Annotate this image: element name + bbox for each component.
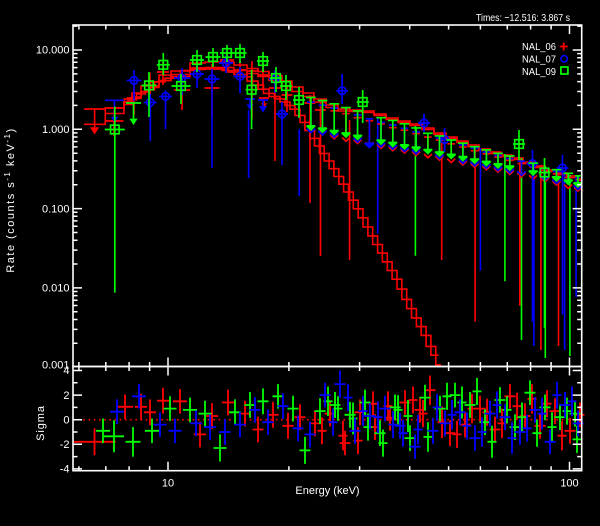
svg-text:0.010: 0.010 [42,283,70,295]
svg-text:NAL_06: NAL_06 [522,41,556,53]
svg-text:100: 100 [560,478,578,490]
svg-text:NAL_09: NAL_09 [522,66,556,78]
svg-text:2: 2 [63,390,69,402]
svg-text:10: 10 [162,478,174,490]
svg-text:Sigma: Sigma [35,405,47,441]
svg-text:-4: -4 [60,464,70,476]
svg-text:Energy (keV): Energy (keV) [295,485,359,497]
svg-text:10.000: 10.000 [36,45,70,57]
svg-text:0.100: 0.100 [42,203,70,215]
svg-text:NAL_07: NAL_07 [522,54,556,66]
svg-text:Times: −12.516: 3.867 s: Times: −12.516: 3.867 s [476,12,570,24]
svg-text:Rate (counts s-1 keV-1): Rate (counts s-1 keV-1) [3,127,17,272]
svg-text:-2: -2 [60,439,70,451]
svg-text:4: 4 [63,365,69,377]
svg-text:1.000: 1.000 [42,124,70,136]
svg-text:0: 0 [63,414,69,426]
